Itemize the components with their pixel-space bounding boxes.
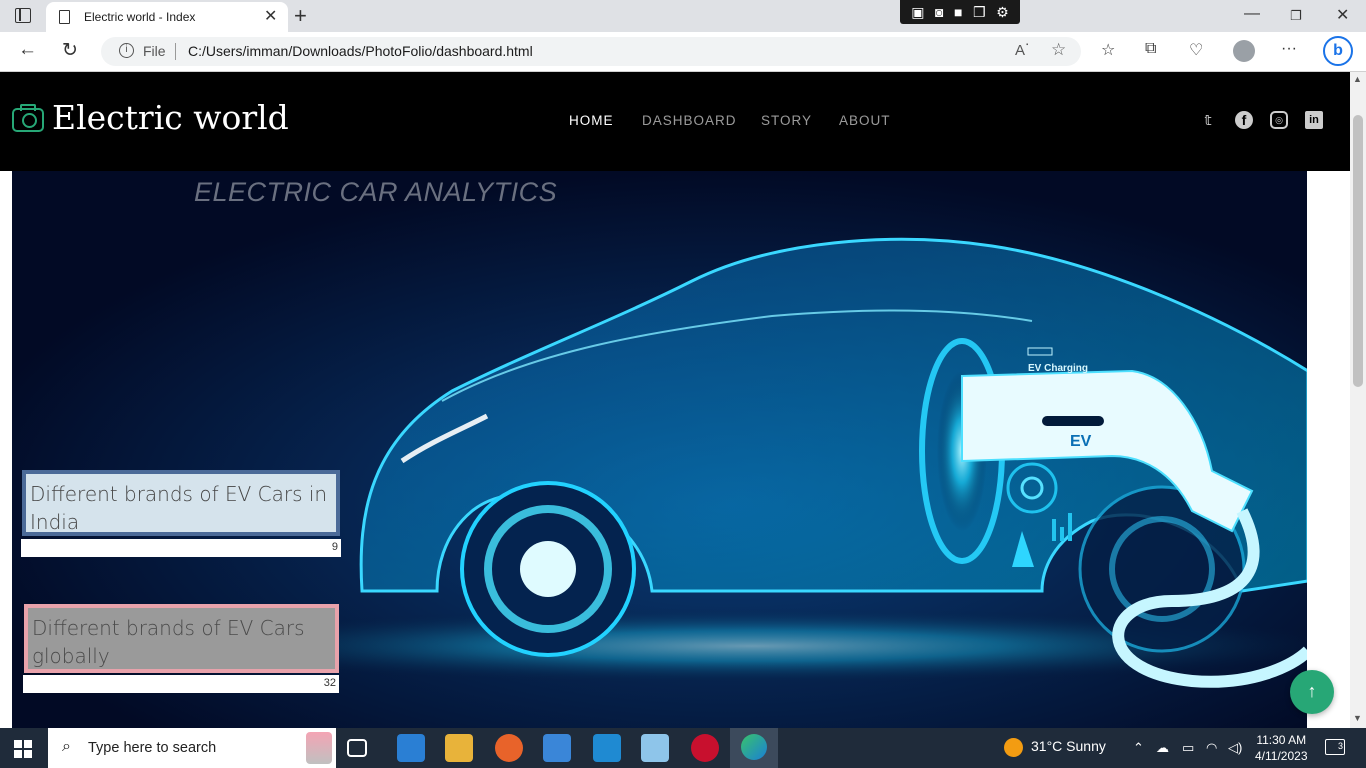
bing-chat-icon[interactable]: b <box>1323 36 1353 66</box>
site-logo[interactable]: Electric world <box>52 98 289 137</box>
video-icon[interactable]: ■ <box>954 4 962 20</box>
camera-logo-icon[interactable] <box>12 104 44 132</box>
windows-start-icon[interactable] <box>14 740 32 758</box>
address-scheme: File <box>143 43 166 59</box>
tab-actions-icon[interactable] <box>15 8 31 23</box>
linkedin-icon[interactable]: in <box>1305 111 1323 129</box>
microsoft-store-icon[interactable] <box>543 734 571 762</box>
plug-ev-label: EV <box>1070 433 1092 450</box>
nav-home[interactable]: HOME <box>569 113 614 128</box>
collections-icon[interactable]: ⧉ <box>1145 40 1156 58</box>
site-header: Electric world HOME DASHBOARD STORY ABOU… <box>0 72 1350 171</box>
notification-count: 3 <box>1337 741 1343 751</box>
india-brands-count: 9 <box>21 539 341 557</box>
clock-date: 4/11/2023 <box>1255 749 1308 763</box>
weather-widget[interactable]: 31°C Sunny <box>1004 738 1106 757</box>
browser-tab-bar: Electric world - Index ✕ + ▣ ◙ ■ ❒ ⚙ — ❐… <box>0 0 1366 32</box>
twitter-icon[interactable]: 𝕥 <box>1199 111 1217 129</box>
address-toolbar: ← ↻ i File C:/Users/imman/Downloads/Phot… <box>0 32 1366 72</box>
address-field[interactable]: i File C:/Users/imman/Downloads/PhotoFol… <box>101 37 1081 66</box>
screenshot-icon[interactable]: ▣ <box>911 4 924 21</box>
window-icon[interactable]: ❒ <box>973 4 986 21</box>
read-aloud-icon[interactable]: Aᐝ <box>1015 41 1029 59</box>
nav-story[interactable]: STORY <box>761 113 812 128</box>
search-icon: ⌕ <box>62 738 71 755</box>
scroll-up-arrow-icon[interactable]: ▲ <box>1353 74 1362 84</box>
battery-icon[interactable]: ▭ <box>1182 740 1194 756</box>
refresh-icon[interactable]: ↻ <box>62 39 78 62</box>
minimize-button[interactable]: — <box>1244 5 1260 23</box>
back-arrow-icon[interactable]: ← <box>18 39 37 61</box>
recorder-icon[interactable] <box>691 734 719 762</box>
global-brands-card[interactable]: Different brands of EV Cars globally <box>24 604 339 673</box>
browser-tab[interactable]: Electric world - Index ✕ <box>46 2 288 32</box>
volume-icon[interactable]: ◁) <box>1228 740 1242 756</box>
notifications-icon[interactable]: 3 <box>1325 739 1345 755</box>
address-separator <box>175 43 176 60</box>
weather-text: 31°C Sunny <box>1031 738 1106 755</box>
facebook-icon[interactable]: f <box>1235 111 1253 129</box>
scroll-to-top-button[interactable]: ↑ <box>1290 670 1334 714</box>
browser-essentials-icon[interactable]: ♡ <box>1189 40 1203 60</box>
edge-taskbar-button[interactable] <box>730 728 778 768</box>
new-tab-button[interactable]: + <box>294 3 307 29</box>
instagram-icon[interactable]: ◎ <box>1270 111 1288 129</box>
nav-dashboard[interactable]: DASHBOARD <box>642 113 737 128</box>
global-brands-count: 32 <box>23 675 339 693</box>
tab-close-button[interactable]: ✕ <box>264 6 277 26</box>
india-brands-label: Different brands of EV Cars in India <box>30 482 328 534</box>
search-placeholder: Type here to search <box>88 740 217 756</box>
address-url[interactable]: C:/Users/imman/Downloads/PhotoFolio/dash… <box>188 43 533 59</box>
clock-time: 11:30 AM <box>1256 733 1307 747</box>
vscode-icon[interactable] <box>593 734 621 762</box>
tab-title: Electric world - Index <box>84 10 196 24</box>
show-hidden-icons[interactable]: ⌃ <box>1133 740 1144 756</box>
ev-charging-label: EV Charging <box>1028 363 1088 374</box>
firefox-icon[interactable] <box>495 734 523 762</box>
nav-about[interactable]: ABOUT <box>839 113 891 128</box>
settings-icon[interactable]: ⚙ <box>996 4 1009 21</box>
page-viewport: Electric world HOME DASHBOARD STORY ABOU… <box>0 72 1350 728</box>
page-scrollbar[interactable]: ▲ ▼ <box>1350 72 1366 728</box>
maximize-button[interactable]: ❐ <box>1290 8 1302 24</box>
search-highlight-image <box>306 732 332 764</box>
page-margin <box>1307 171 1320 728</box>
snipping-tool-icon[interactable] <box>641 734 669 762</box>
info-icon[interactable]: i <box>119 43 134 58</box>
dashboard-embed: EV EV Charging ELECTRIC CAR ANALYTICS Di… <box>12 171 1320 728</box>
wifi-icon[interactable]: ◠ <box>1206 740 1217 756</box>
window-close-button[interactable]: ✕ <box>1336 5 1349 25</box>
edge-icon <box>741 734 767 760</box>
taskbar-search-box[interactable]: ⌕ Type here to search <box>48 728 336 768</box>
windows-taskbar: ⌕ Type here to search 31°C Sunny ⌃ ☁ ▭ ◠… <box>0 728 1366 768</box>
global-count-value: 32 <box>323 677 336 689</box>
scrollbar-thumb[interactable] <box>1353 115 1363 387</box>
sun-icon <box>1004 738 1023 757</box>
add-favorite-icon[interactable]: ☆ <box>1051 40 1066 60</box>
favorites-icon[interactable]: ☆ <box>1101 40 1115 60</box>
page-icon <box>59 10 70 24</box>
india-brands-card[interactable]: Different brands of EV Cars in India <box>22 470 340 536</box>
profile-avatar[interactable] <box>1233 40 1255 62</box>
more-options-icon[interactable]: ··· <box>1281 40 1297 58</box>
taskbar-clock[interactable]: 11:30 AM 4/11/2023 <box>1255 732 1308 764</box>
camera-icon[interactable]: ◙ <box>935 4 943 20</box>
capture-toolbar: ▣ ◙ ■ ❒ ⚙ <box>900 0 1020 24</box>
dashboard-title: ELECTRIC CAR ANALYTICS <box>194 177 558 207</box>
task-view-icon[interactable] <box>347 739 367 757</box>
india-count-value: 9 <box>331 541 338 553</box>
global-brands-label: Different brands of EV Cars globally <box>32 616 305 668</box>
file-explorer-icon[interactable] <box>445 734 473 762</box>
scroll-down-arrow-icon[interactable]: ▼ <box>1353 713 1362 723</box>
network-alert-icon[interactable]: ☁ <box>1156 740 1169 756</box>
mail-icon[interactable] <box>397 734 425 762</box>
